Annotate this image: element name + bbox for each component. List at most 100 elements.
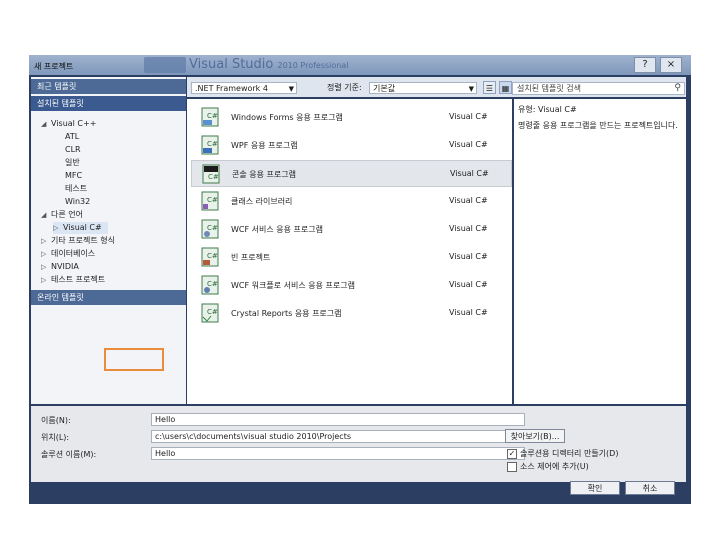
solution-name-label: 솔루션 이름(M): bbox=[41, 450, 97, 459]
tree-item-label: CLR bbox=[65, 145, 81, 154]
crystal-reports-csharp-icon: C# bbox=[201, 303, 219, 323]
framework-select[interactable]: .NET Framework 4 ▼ bbox=[191, 82, 297, 94]
template-language: Visual C# bbox=[450, 169, 489, 178]
tree-item-atl[interactable]: ATL bbox=[65, 131, 79, 143]
project-name-input[interactable]: Hello bbox=[151, 413, 525, 426]
tree-item-general[interactable]: 일반 bbox=[65, 157, 80, 169]
location-value: c:\users\c\documents\visual studio 2010\… bbox=[155, 432, 351, 441]
checkbox-unchecked-icon[interactable] bbox=[507, 461, 517, 472]
template-row[interactable]: C# Windows Forms 응용 프로그램 Visual C# bbox=[191, 104, 512, 131]
sort-label: 정렬 기준: bbox=[327, 83, 362, 92]
wcf-service-csharp-icon: C# bbox=[201, 219, 219, 239]
brand-subtext: 2010 Professional bbox=[277, 61, 349, 70]
expand-arrow-icon[interactable]: ▷ bbox=[41, 248, 51, 260]
expand-arrow-icon[interactable]: ▷ bbox=[41, 274, 51, 286]
template-name: WCF 서비스 응용 프로그램 bbox=[231, 225, 323, 234]
template-row[interactable]: C# Crystal Reports 응용 프로그램 Visual C# bbox=[191, 300, 512, 327]
tree-item-mfc[interactable]: MFC bbox=[65, 170, 82, 182]
tree-item-clr[interactable]: CLR bbox=[65, 144, 81, 156]
template-row[interactable]: C# 클래스 라이브러리 Visual C# bbox=[191, 188, 512, 215]
title-bar: 새 프로젝트 Visual Studio 2010 Professional ?… bbox=[29, 55, 691, 75]
online-templates-header[interactable]: 온라인 템플릿 bbox=[31, 290, 186, 305]
template-type: 유형: Visual C# bbox=[518, 105, 577, 114]
template-toolbar: .NET Framework 4 ▼ 정렬 기준: 기본값 ▼ ☰ ▦ 설치된 템플… bbox=[187, 77, 686, 97]
framework-value: .NET Framework 4 bbox=[195, 84, 268, 93]
tree-item-label: Win32 bbox=[65, 197, 91, 206]
windows-forms-csharp-icon: C# bbox=[201, 107, 219, 127]
template-info-pane: 유형: Visual C# 명령줄 응용 프로그램을 만드는 프로젝트입니다. bbox=[514, 99, 686, 404]
search-placeholder: 설치된 템플릿 검색 bbox=[517, 84, 581, 93]
add-source-control-checkbox[interactable]: 소스 제어에 추가(U) bbox=[507, 461, 589, 472]
recent-templates-header[interactable]: 최근 템플릿 bbox=[31, 79, 186, 94]
checkbox-checked-icon[interactable]: ✓ bbox=[507, 448, 517, 459]
tree-item-test[interactable]: 테스트 bbox=[65, 183, 87, 195]
browse-button[interactable]: 찾아보기(B)... bbox=[505, 429, 565, 443]
expand-arrow-icon[interactable]: ◢ bbox=[41, 209, 51, 221]
console-csharp-icon: C# bbox=[202, 164, 220, 184]
installed-templates-header[interactable]: 설치된 템플릿 bbox=[31, 96, 186, 111]
new-project-dialog: 새 프로젝트 Visual Studio 2010 Professional ?… bbox=[29, 55, 691, 504]
svg-text:C#: C# bbox=[207, 308, 218, 316]
tree-item-label: 데이터베이스 bbox=[51, 249, 96, 258]
tree-item-label: NVIDIA bbox=[51, 262, 79, 271]
expand-arrow-icon[interactable]: ▷ bbox=[41, 261, 51, 273]
template-language: Visual C# bbox=[449, 196, 488, 205]
solution-name-input[interactable]: Hello bbox=[151, 447, 525, 460]
template-row-selected[interactable]: C# 콘솔 응용 프로그램 Visual C# bbox=[191, 160, 512, 187]
tree-item-nvidia[interactable]: ▷ NVIDIA bbox=[41, 261, 79, 273]
list-view-icon[interactable]: ☰ bbox=[483, 81, 496, 94]
tree-item-label: 테스트 bbox=[65, 184, 88, 193]
create-directory-label: 솔루션용 디렉터리 만들기(D) bbox=[520, 449, 619, 458]
wpf-csharp-icon: C# bbox=[201, 135, 219, 155]
source-control-label: 소스 제어에 추가(U) bbox=[520, 462, 589, 471]
brand-text: Visual Studio bbox=[189, 57, 274, 72]
template-name: WPF 응용 프로그램 bbox=[231, 141, 298, 150]
expand-arrow-icon[interactable]: ◢ bbox=[41, 118, 51, 130]
name-label: 이름(N): bbox=[41, 416, 71, 425]
template-row[interactable]: C# WPF 응용 프로그램 Visual C# bbox=[191, 132, 512, 159]
expand-arrow-icon[interactable]: ▷ bbox=[53, 222, 63, 234]
template-name: WCF 워크플로 서비스 응용 프로그램 bbox=[231, 281, 355, 290]
template-language: Visual C# bbox=[449, 224, 488, 233]
tree-item-visual-cpp[interactable]: ◢ Visual C++ bbox=[41, 118, 96, 130]
expand-arrow-icon[interactable]: ▷ bbox=[41, 235, 51, 247]
close-button[interactable]: × bbox=[660, 57, 682, 73]
tree-item-label: 테스트 프로젝트 bbox=[51, 275, 106, 284]
template-row[interactable]: C# WCF 서비스 응용 프로그램 Visual C# bbox=[191, 216, 512, 243]
template-row[interactable]: C# 빈 프로젝트 Visual C# bbox=[191, 244, 512, 271]
template-list: C# Windows Forms 응용 프로그램 Visual C# C# WP… bbox=[187, 99, 512, 404]
template-name: 빈 프로젝트 bbox=[231, 253, 271, 262]
dialog-title: 새 프로젝트 bbox=[34, 62, 74, 71]
template-name: Crystal Reports 응용 프로그램 bbox=[231, 309, 342, 318]
empty-project-csharp-icon: C# bbox=[201, 247, 219, 267]
svg-text:C#: C# bbox=[207, 252, 218, 260]
template-language: Visual C# bbox=[449, 308, 488, 317]
svg-text:C#: C# bbox=[208, 173, 219, 181]
project-name-value: Hello bbox=[155, 415, 176, 424]
search-input[interactable]: 설치된 템플릿 검색 ⚲ bbox=[512, 82, 685, 95]
sort-select[interactable]: 기본값 ▼ bbox=[369, 82, 477, 94]
tree-item-win32[interactable]: Win32 bbox=[65, 196, 90, 208]
tree-item-test-projects[interactable]: ▷ 테스트 프로젝트 bbox=[41, 274, 105, 286]
template-row[interactable]: C# WCF 워크플로 서비스 응용 프로그램 Visual C# bbox=[191, 272, 512, 299]
tree-item-label: 일반 bbox=[65, 158, 80, 167]
ok-button[interactable]: 확인 bbox=[570, 481, 620, 495]
tree-item-database[interactable]: ▷ 데이터베이스 bbox=[41, 248, 95, 260]
template-name: 클래스 라이브러리 bbox=[231, 197, 293, 206]
create-directory-checkbox[interactable]: ✓ 솔루션용 디렉터리 만들기(D) bbox=[507, 448, 618, 459]
cancel-button[interactable]: 취소 bbox=[625, 481, 675, 495]
tree-item-visual-csharp[interactable]: ▷ Visual C# bbox=[53, 222, 108, 234]
template-description: 명령줄 응용 프로그램을 만드는 프로젝트입니다. bbox=[518, 121, 678, 130]
tree-item-other-project-types[interactable]: ▷ 기타 프로젝트 형식 bbox=[41, 235, 115, 247]
tree-item-other-languages[interactable]: ◢ 다른 언어 bbox=[41, 209, 83, 221]
svg-text:C#: C# bbox=[207, 280, 218, 288]
sort-value: 기본값 bbox=[373, 84, 396, 93]
help-button[interactable]: ? bbox=[634, 57, 656, 73]
chevron-down-icon: ▼ bbox=[288, 85, 294, 93]
svg-text:C#: C# bbox=[207, 224, 218, 232]
grid-view-icon[interactable]: ▦ bbox=[499, 81, 512, 94]
class-library-csharp-icon: C# bbox=[201, 191, 219, 211]
solution-name-value: Hello bbox=[155, 449, 176, 458]
location-combo[interactable]: c:\users\c\documents\visual studio 2010\… bbox=[151, 430, 525, 443]
search-icon[interactable]: ⚲ bbox=[674, 82, 681, 94]
